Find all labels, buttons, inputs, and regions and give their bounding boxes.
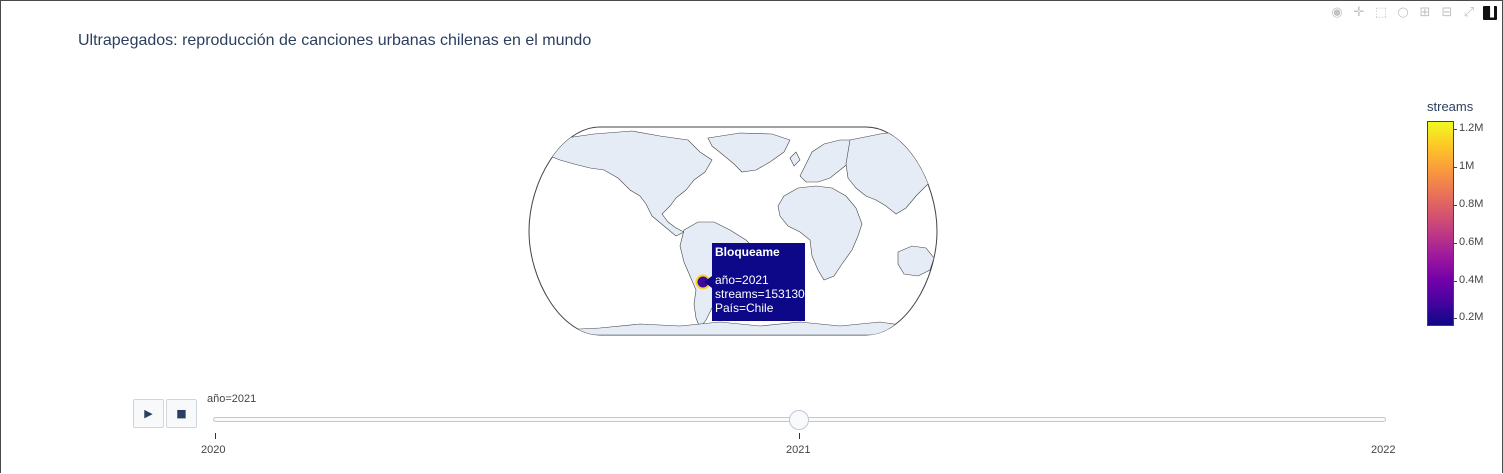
tooltip-streams: streams=153130 (715, 287, 805, 301)
slider-tick-2020[interactable]: 2020 (201, 444, 225, 456)
colorbar-tick-label: 0.8M (1459, 198, 1484, 210)
colorbar-tick-label: 0.2M (1459, 311, 1484, 323)
stop-button[interactable]: ■ (166, 399, 197, 428)
colorbar-tick-label: 0.4M (1459, 274, 1484, 286)
colorbar-tick-label: 0.6M (1459, 236, 1484, 248)
colorbar-tick-label: 1.2M (1459, 122, 1484, 134)
tooltip-country: País=Chile (715, 301, 774, 315)
hover-tooltip: Bloqueame año=2021 streams=153130 País=C… (712, 243, 805, 321)
japan (925, 165, 935, 183)
colorbar-tick-mark (1453, 318, 1457, 319)
colorbar-tick-mark (1453, 129, 1457, 130)
colorbar-gradient (1427, 121, 1454, 326)
colorbar-tick-label: 1M (1459, 160, 1475, 172)
slider-tick-mark (215, 433, 216, 439)
slider-current-value: año=2021 (207, 393, 257, 405)
colorbar-tick-mark (1453, 205, 1457, 206)
colorbar-tick-mark (1453, 167, 1457, 168)
tooltip-year: año=2021 (715, 273, 769, 287)
slider-grip[interactable] (789, 410, 809, 430)
colorbar-tick-mark (1453, 281, 1457, 282)
colorbar-tick-mark (1453, 243, 1457, 244)
tooltip-song: Bloqueame (715, 245, 780, 259)
play-button[interactable]: ▶ (133, 399, 164, 428)
slider-tick-2021[interactable]: 2021 (786, 444, 810, 456)
slider-tick-2022[interactable]: 2022 (1371, 444, 1395, 456)
slider-tick-mark (799, 433, 800, 439)
colorbar-title: streams (1427, 99, 1474, 114)
